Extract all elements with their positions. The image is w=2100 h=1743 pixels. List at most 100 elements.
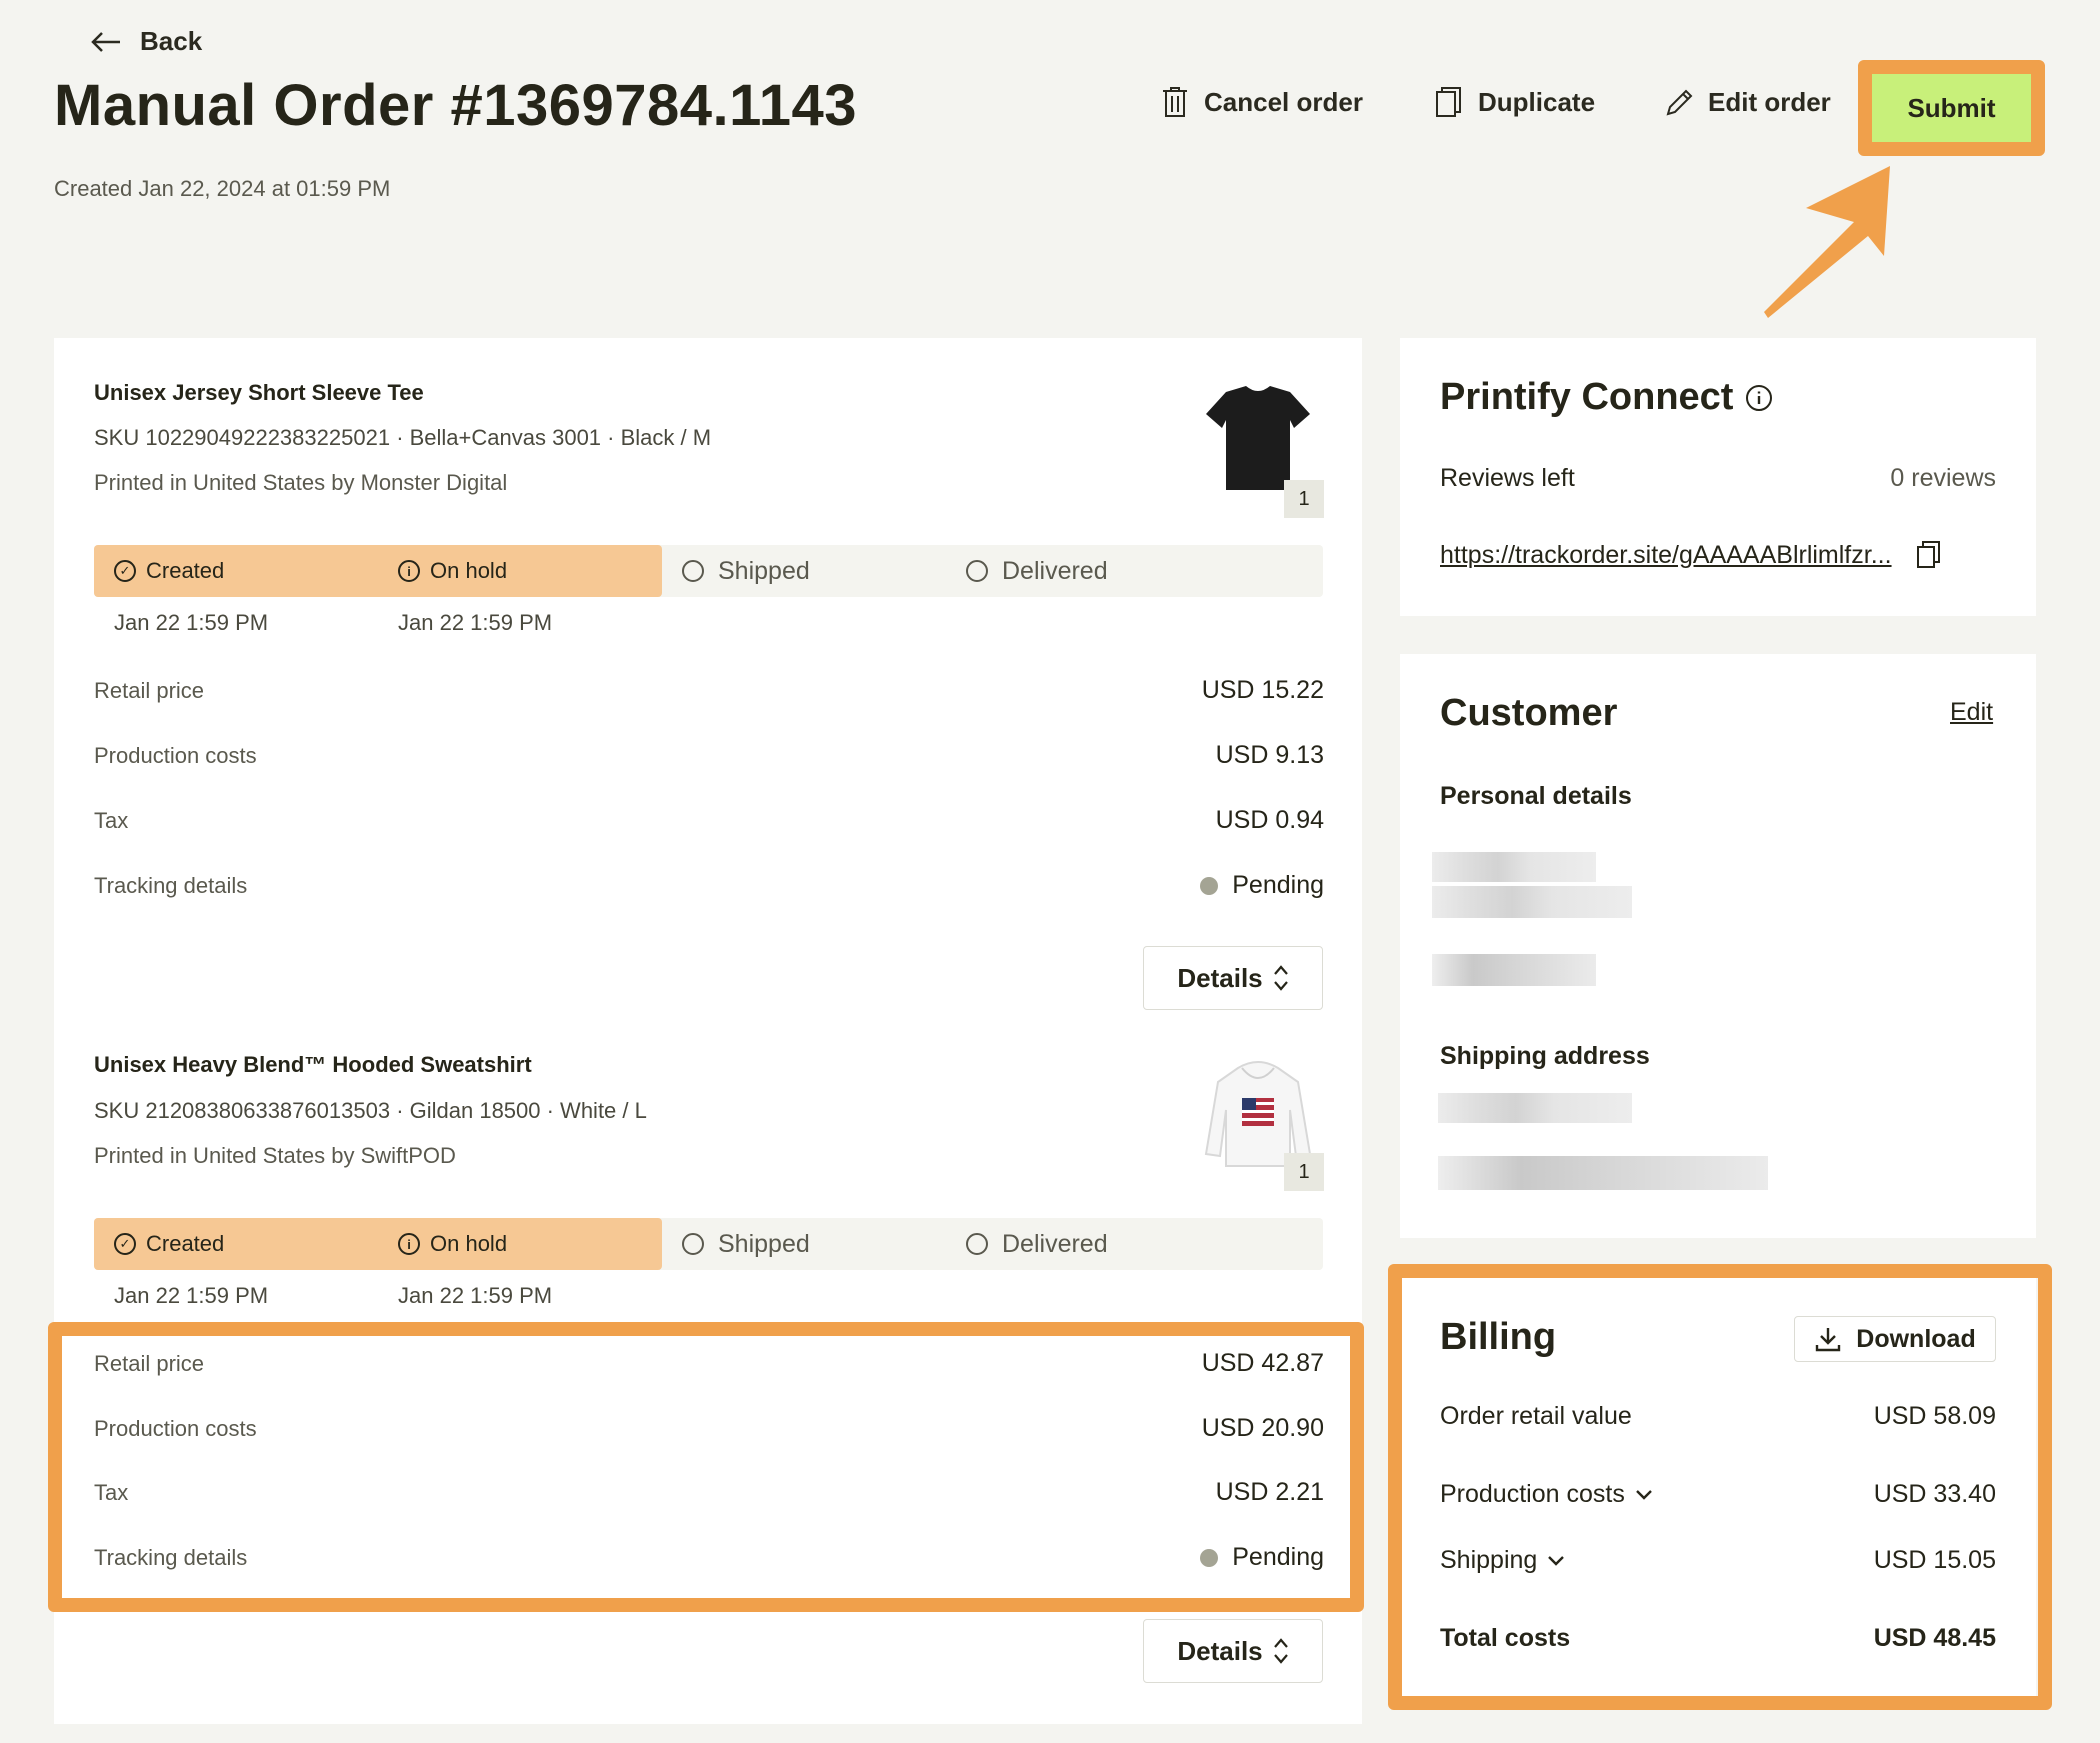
step-on-hold: i On hold xyxy=(378,1218,662,1270)
retail-price-row: Retail price USD 15.22 xyxy=(94,676,1324,705)
shipping-address-heading: Shipping address xyxy=(1440,1042,1650,1070)
chevron-down-icon xyxy=(1635,1489,1652,1500)
details-button[interactable]: Details xyxy=(1143,946,1323,1010)
details-label: Details xyxy=(1177,962,1263,993)
order-retail-value: USD 58.09 xyxy=(1873,1402,1996,1430)
redacted-address-line2 xyxy=(1438,1156,1768,1190)
empty-circle-icon xyxy=(966,1233,988,1255)
callout-arrow-icon xyxy=(1764,166,1890,318)
status-dot-icon xyxy=(1200,876,1219,895)
step-shipped: Shipped xyxy=(662,1218,946,1270)
redacted-address-line1 xyxy=(1438,1093,1632,1123)
cancel-order-button[interactable]: Cancel order xyxy=(1160,86,1363,118)
step-label: Created xyxy=(146,558,225,583)
details-label: Details xyxy=(1177,1635,1263,1666)
details-button[interactable]: Details xyxy=(1143,1619,1323,1683)
tax-label: Tax xyxy=(94,1479,129,1505)
item-quantity: 1 xyxy=(1284,1153,1324,1191)
billing-production-row: Production costs USD 33.40 xyxy=(1440,1480,1996,1509)
copy-icon[interactable] xyxy=(1916,540,1942,570)
duplicate-icon xyxy=(1436,87,1461,117)
back-label: Back xyxy=(140,26,203,56)
billing-production-label: Production costs xyxy=(1440,1480,1625,1508)
step-created: ✓ Created xyxy=(94,545,378,597)
item-sku-value: SKU 10229049222383225021 xyxy=(94,425,391,450)
step-label: On hold xyxy=(430,1231,508,1256)
redacted-name xyxy=(1432,852,1596,882)
submit-highlight: Submit xyxy=(1858,60,2045,156)
billing-shipping-value: USD 15.05 xyxy=(1873,1546,1996,1574)
total-costs-label: Total costs xyxy=(1440,1624,1571,1652)
billing-production-value: USD 33.40 xyxy=(1873,1480,1996,1508)
pencil-icon xyxy=(1666,89,1693,116)
order-retail-row: Order retail value USD 58.09 xyxy=(1440,1402,1996,1431)
download-button[interactable]: Download xyxy=(1794,1316,1996,1362)
customer-edit-link[interactable]: Edit xyxy=(1950,698,1993,727)
status-dates: Jan 22 1:59 PM Jan 22 1:59 PM xyxy=(94,610,662,636)
download-label: Download xyxy=(1856,1324,1976,1353)
edit-order-button[interactable]: Edit order xyxy=(1664,86,1831,118)
tracking-status: Pending xyxy=(1200,871,1324,900)
tracking-link-row: https://trackorder.site/gAAAAABlrlimlfzr… xyxy=(1440,540,1942,570)
date-created: Jan 22 1:59 PM xyxy=(114,1283,269,1308)
status-dates: Jan 22 1:59 PM Jan 22 1:59 PM xyxy=(94,1283,662,1309)
item-title: Unisex Heavy Blend™ Hooded Sweatshirt xyxy=(94,1052,532,1077)
info-circle-icon: i xyxy=(398,1233,420,1255)
billing-title: Billing xyxy=(1440,1316,1557,1358)
customer-card xyxy=(1400,654,2036,1238)
billing-production-toggle[interactable]: Production costs xyxy=(1440,1480,1653,1509)
step-label: Delivered xyxy=(1002,1229,1108,1258)
chevron-down-icon xyxy=(1548,1555,1565,1566)
tax-value: USD 0.94 xyxy=(1215,806,1324,834)
empty-circle-icon xyxy=(966,560,988,582)
duplicate-button[interactable]: Duplicate xyxy=(1434,86,1595,118)
tracking-label: Tracking details xyxy=(94,872,248,898)
step-label: Delivered xyxy=(1002,556,1108,585)
item-quantity: 1 xyxy=(1284,480,1324,518)
tracking-link[interactable]: https://trackorder.site/gAAAAABlrlimlfzr… xyxy=(1440,541,1892,570)
tax-label: Tax xyxy=(94,807,129,833)
item-sku-value: SKU 21208380633876013503 xyxy=(94,1098,391,1123)
retail-price-label: Retail price xyxy=(94,677,205,703)
production-cost-value: USD 9.13 xyxy=(1215,741,1324,769)
status-dot-icon xyxy=(1200,1548,1219,1567)
total-costs-row: Total costs USD 48.45 xyxy=(1440,1624,1996,1653)
step-label: On hold xyxy=(430,558,508,583)
reviews-value: 0 reviews xyxy=(1890,464,1996,492)
production-cost-label: Production costs xyxy=(94,1415,257,1441)
tracking-label: Tracking details xyxy=(94,1544,248,1570)
order-retail-label: Order retail value xyxy=(1440,1402,1632,1430)
item-printed-by: Printed in United States by SwiftPOD xyxy=(94,1143,456,1168)
date-on-hold: Jan 22 1:59 PM xyxy=(398,610,553,635)
info-icon[interactable] xyxy=(1745,384,1773,412)
retail-price-value: USD 42.87 xyxy=(1201,1349,1324,1377)
retail-price-value: USD 15.22 xyxy=(1201,676,1324,704)
created-timestamp: Created Jan 22, 2024 at 01:59 PM xyxy=(54,176,391,201)
billing-shipping-row: Shipping USD 15.05 xyxy=(1440,1546,1996,1575)
tracking-value: Pending xyxy=(1232,871,1324,899)
submit-button[interactable]: Submit xyxy=(1872,74,2031,142)
date-created: Jan 22 1:59 PM xyxy=(114,610,269,635)
billing-shipping-toggle[interactable]: Shipping xyxy=(1440,1546,1565,1575)
download-icon xyxy=(1816,1328,1841,1352)
connect-title-text: Printify Connect xyxy=(1440,376,1734,418)
reviews-label: Reviews left xyxy=(1440,464,1575,492)
production-cost-label: Production costs xyxy=(94,742,257,768)
production-cost-row: Production costs USD 20.90 xyxy=(94,1414,1324,1443)
date-on-hold: Jan 22 1:59 PM xyxy=(398,1283,553,1308)
connect-title: Printify Connect xyxy=(1440,376,1773,419)
item-variant: · Bella+Canvas 3001 · Black / M xyxy=(396,425,712,450)
info-circle-icon: i xyxy=(398,560,420,582)
empty-circle-icon xyxy=(682,1233,704,1255)
step-delivered: Delivered xyxy=(946,545,1230,597)
customer-title: Customer xyxy=(1440,692,1618,734)
cancel-order-label: Cancel order xyxy=(1204,86,1363,117)
status-tracker: ✓ Created i On hold Shipped Delivered xyxy=(94,545,1323,597)
step-created: ✓ Created xyxy=(94,1218,378,1270)
production-cost-value: USD 20.90 xyxy=(1201,1414,1324,1442)
retail-price-row: Retail price USD 42.87 xyxy=(94,1349,1324,1378)
item-title: Unisex Jersey Short Sleeve Tee xyxy=(94,380,424,405)
back-link[interactable]: Back xyxy=(90,26,202,57)
step-label: Shipped xyxy=(718,1229,810,1258)
item-printed-by: Printed in United States by Monster Digi… xyxy=(94,470,508,495)
